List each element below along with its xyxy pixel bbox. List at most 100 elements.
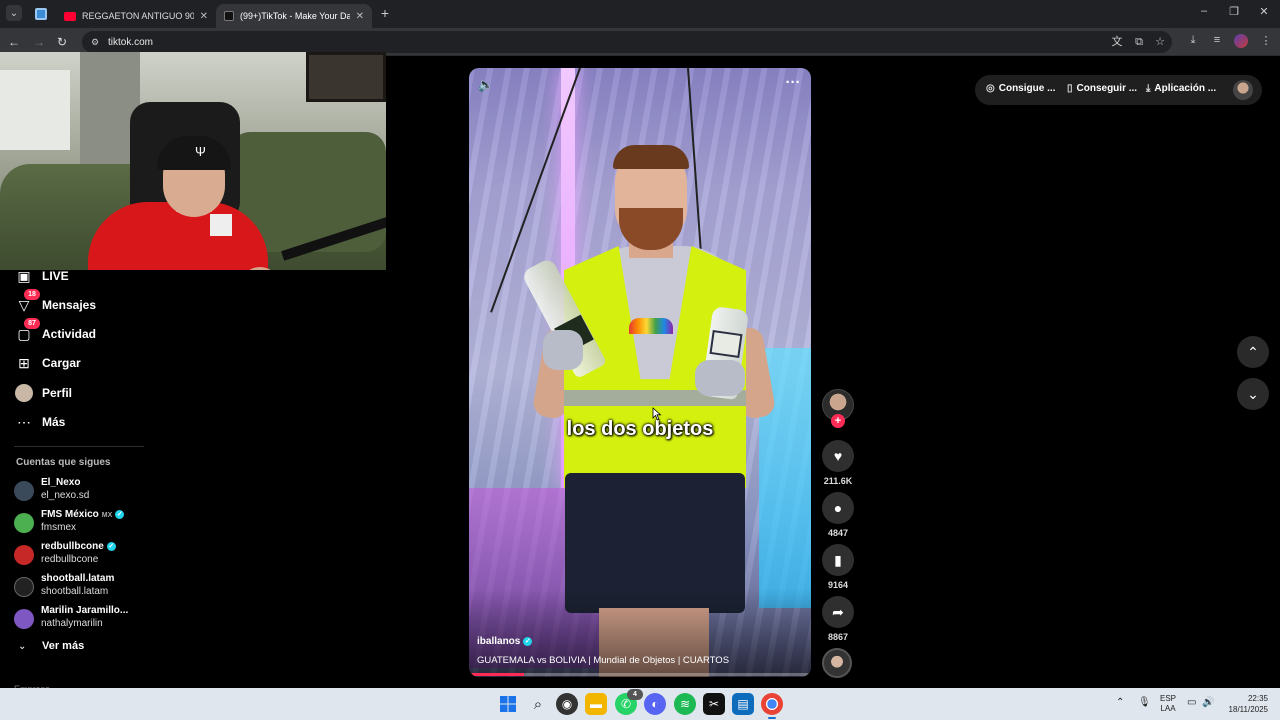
clock-time: 22:35 bbox=[1247, 694, 1268, 703]
reload-button[interactable]: ↻ bbox=[54, 34, 70, 50]
sidebar-item-activity[interactable]: ▢ 87 Actividad bbox=[14, 318, 97, 345]
youtube-icon bbox=[64, 11, 76, 21]
site-info-icon[interactable]: ⚙ bbox=[88, 35, 102, 49]
activity-badge: 87 bbox=[24, 318, 40, 329]
avatar bbox=[14, 577, 34, 597]
get-app-button[interactable]: ▯ Conseguir ... bbox=[1067, 83, 1137, 94]
coin-icon: ◎ bbox=[986, 83, 995, 94]
tray-overflow-icon[interactable]: ⌃ bbox=[1116, 697, 1124, 708]
account-name: Marilin Jaramillo... bbox=[41, 605, 129, 616]
user-avatar[interactable] bbox=[1233, 80, 1253, 100]
pinned-tab[interactable] bbox=[30, 4, 52, 24]
media-controls-icon[interactable]: ≡ bbox=[1209, 34, 1225, 46]
country-tag: MX bbox=[101, 512, 113, 519]
sidebar-item-messages[interactable]: ▽ 18 Mensajes bbox=[14, 289, 97, 316]
search-icon[interactable]: ⌕ bbox=[527, 693, 549, 715]
restore-button[interactable]: ❐ bbox=[1226, 5, 1242, 18]
store-icon[interactable]: ▤ bbox=[732, 693, 754, 715]
forward-button[interactable]: → bbox=[31, 34, 47, 50]
following-account[interactable]: Marilin Jaramillo... nathalymarilin bbox=[14, 605, 174, 633]
bookmark-star-icon[interactable]: ☆ bbox=[1151, 31, 1169, 53]
volume-icon[interactable]: 🔊 bbox=[1202, 697, 1214, 708]
start-button[interactable] bbox=[497, 693, 519, 715]
profile-avatar bbox=[14, 383, 34, 403]
following-account[interactable]: FMS México MX ✓ fmsmex bbox=[14, 509, 174, 537]
capcut-icon[interactable]: ✂ bbox=[703, 693, 725, 715]
clock[interactable]: 22:35 18/11/2025 bbox=[1222, 693, 1268, 715]
account-name: FMS México bbox=[41, 509, 99, 520]
sidebar-item-label: Mensajes bbox=[42, 298, 97, 312]
microphone-icon[interactable]: 🎙 bbox=[1138, 697, 1151, 708]
avatar bbox=[14, 545, 34, 565]
back-button[interactable]: ← bbox=[6, 34, 22, 50]
follow-plus-icon[interactable]: + bbox=[831, 414, 845, 428]
sidebar-item-more[interactable]: ⋯ Más bbox=[14, 411, 65, 433]
previous-video-button[interactable]: ⌃ bbox=[1237, 336, 1269, 368]
cap-logo-icon: Ψ bbox=[195, 144, 206, 159]
share-count: 8867 bbox=[827, 632, 849, 642]
tab-tiktok[interactable]: (99+)TikTok - Make Your Day ✕ bbox=[216, 4, 372, 28]
verified-icon: ✓ bbox=[106, 542, 116, 551]
chevron-down-icon: ⌄ bbox=[18, 640, 27, 652]
see-more-button[interactable]: ⌄ Ver más bbox=[18, 640, 84, 652]
tab-youtube[interactable]: REGGAETON ANTIGUO 90 Y 20 ✕ bbox=[56, 4, 216, 28]
phone-icon: ▯ bbox=[1067, 83, 1073, 94]
address-bar[interactable]: ⚙ tiktok.com bbox=[82, 31, 1172, 53]
share-button[interactable]: ➦ bbox=[822, 596, 854, 628]
tab-search-button[interactable]: ⌄ bbox=[6, 5, 22, 21]
browser-menu-icon[interactable]: ⋮ bbox=[1258, 34, 1274, 47]
discord-icon[interactable]: ◐ bbox=[644, 693, 666, 715]
download-icon[interactable]: ⤓ bbox=[1185, 34, 1201, 47]
like-button[interactable]: ♥ bbox=[822, 440, 854, 472]
close-tab-icon[interactable]: ✕ bbox=[356, 11, 364, 22]
music-disc[interactable] bbox=[822, 648, 852, 678]
get-coins-label: Consigue ... bbox=[998, 83, 1056, 94]
avatar bbox=[14, 481, 34, 501]
spotify-icon[interactable]: ≋ bbox=[674, 693, 696, 715]
whatsapp-icon[interactable]: ✆ 4 bbox=[615, 689, 643, 715]
comment-button[interactable]: ● bbox=[822, 492, 854, 524]
sidebar-item-label: LIVE bbox=[42, 269, 69, 283]
file-explorer-icon[interactable]: ▬ bbox=[585, 693, 607, 715]
browser-profile-avatar[interactable] bbox=[1234, 34, 1248, 48]
chrome-icon[interactable] bbox=[761, 693, 783, 719]
get-coins-button[interactable]: ◎ Consigue ... bbox=[986, 83, 1055, 94]
desktop-app-button[interactable]: ⤓ Aplicación ... bbox=[1146, 83, 1216, 94]
messages-icon: ▽ 18 bbox=[14, 289, 40, 315]
following-account[interactable]: El_Nexo el_nexo.sd bbox=[14, 477, 174, 505]
following-account[interactable]: shootball.latam shootball.latam bbox=[14, 573, 174, 601]
account-handle: redbullbcone bbox=[41, 554, 99, 565]
translate-icon[interactable]: 文 bbox=[1108, 31, 1126, 53]
video-author[interactable]: iballanos ✓ bbox=[477, 636, 533, 647]
volume-icon[interactable]: 🔈 bbox=[477, 76, 495, 94]
save-button[interactable]: ▮ bbox=[822, 544, 854, 576]
cast-icon[interactable]: ⧉ bbox=[1130, 31, 1148, 53]
sidebar-item-upload[interactable]: ⊞ Cargar bbox=[14, 352, 81, 374]
more-options-icon[interactable]: ··· bbox=[783, 75, 803, 94]
get-app-label: Conseguir ... bbox=[1076, 83, 1138, 94]
new-tab-button[interactable]: + bbox=[377, 5, 393, 21]
next-video-button[interactable]: ⌄ bbox=[1237, 378, 1269, 410]
sidebar-item-label: Más bbox=[42, 415, 66, 429]
following-account[interactable]: redbullbcone ✓ redbullbcone bbox=[14, 541, 174, 569]
obs-icon[interactable]: ◉ bbox=[556, 693, 578, 715]
account-handle: nathalymarilin bbox=[41, 618, 103, 629]
pinned-tab-favicon bbox=[35, 8, 47, 20]
url-text: tiktok.com bbox=[108, 36, 154, 48]
webcam-overlay: Ψ bbox=[0, 52, 386, 270]
video-progress-fill bbox=[469, 673, 524, 676]
windows-logo-icon bbox=[500, 696, 516, 712]
network-icon[interactable]: ▭ bbox=[1187, 697, 1196, 708]
video-progress-bar[interactable] bbox=[469, 673, 811, 676]
minimize-button[interactable]: – bbox=[1196, 5, 1212, 17]
share-icon: ➦ bbox=[832, 603, 844, 620]
sidebar-item-profile[interactable]: Perfil bbox=[14, 382, 72, 404]
close-tab-icon[interactable]: ✕ bbox=[200, 11, 208, 22]
video-player[interactable]: 🔈 ··· los dos objetos iballanos ✓ GUATEMA… bbox=[469, 68, 811, 677]
sidebar-item-label: Actividad bbox=[42, 327, 97, 341]
language-indicator[interactable]: ESP LAA bbox=[1158, 694, 1178, 714]
avatar bbox=[14, 609, 34, 629]
sidebar-item-label: Perfil bbox=[42, 386, 73, 400]
close-window-button[interactable]: ✕ bbox=[1256, 5, 1272, 18]
account-name: shootball.latam bbox=[41, 573, 115, 584]
